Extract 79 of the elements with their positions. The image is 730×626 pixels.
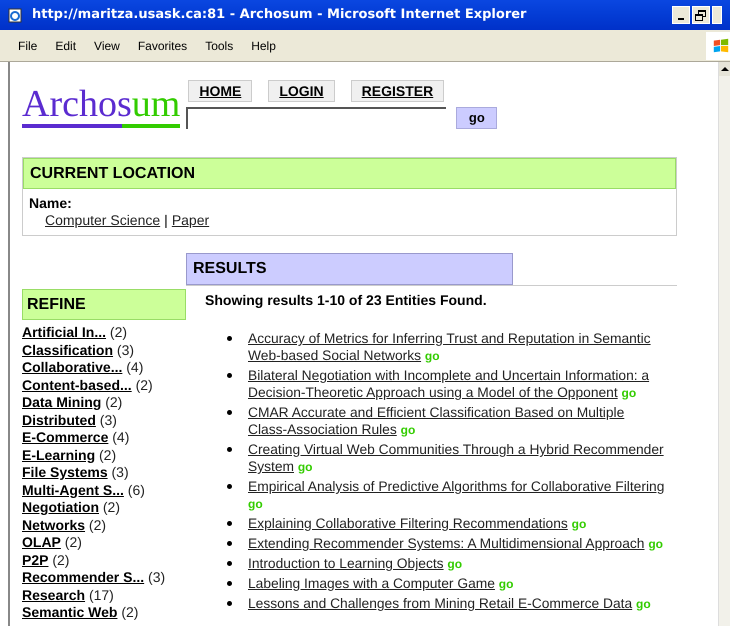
separator: | — [164, 212, 168, 228]
category-link[interactable]: OLAP — [22, 534, 61, 550]
nav-link[interactable]: HOME — [188, 80, 252, 102]
breadcrumb-link[interactable]: Paper — [172, 212, 210, 228]
category-link[interactable]: Artificial In... — [22, 324, 106, 340]
category-link[interactable]: Semantic Web — [22, 604, 118, 620]
section-header: CURRENT LOCATION — [23, 158, 676, 189]
results-summary: Showing results 1-10 of 23 Entities Found. — [204, 291, 488, 310]
windows-logo-icon — [706, 32, 730, 60]
menu-item[interactable]: Favorites — [138, 36, 188, 54]
category-link[interactable]: Networks — [22, 516, 86, 532]
category-link[interactable]: P2P — [22, 552, 48, 568]
category-link[interactable]: E-Commerce — [22, 429, 108, 445]
section-header: RESULTS — [186, 253, 513, 285]
scrollbar[interactable] — [718, 62, 730, 626]
category-count: (2) — [110, 324, 128, 340]
category-count: (17) — [88, 586, 114, 602]
logo: Archosum — [22, 84, 180, 124]
result-item[interactable]: Lessons and Challenges from Mining Retail E-Commerce Data go — [248, 595, 665, 613]
restore-button[interactable] — [692, 6, 710, 24]
category-count: (2) — [121, 604, 138, 620]
go-button[interactable]: go — [456, 107, 498, 129]
category-link[interactable]: Negotiation — [22, 499, 99, 515]
category-link[interactable]: Research — [22, 586, 86, 602]
category-count: (4) — [112, 429, 130, 445]
category-link[interactable]: Multi-Agent S... — [22, 482, 124, 498]
bullet-icon — [227, 373, 232, 378]
nav-link[interactable]: LOGIN — [268, 80, 335, 102]
minimize-button[interactable] — [672, 6, 690, 24]
result-item[interactable]: Explaining Collaborative Filtering Recommendations go — [248, 515, 665, 533]
browser-icon — [8, 7, 24, 23]
bullet-icon — [227, 561, 232, 566]
menu-item[interactable]: File — [18, 36, 38, 54]
bullet-icon — [227, 447, 232, 452]
bullet-icon — [227, 541, 232, 546]
result-item[interactable]: CMAR Accurate and Efficient Classification Based on Multiple Class-Association Rules go — [248, 404, 665, 439]
category-link[interactable]: Classification — [22, 342, 114, 358]
nav-link[interactable]: REGISTER — [350, 80, 444, 102]
category-count: (3) — [100, 412, 117, 428]
bullet-icon — [227, 484, 232, 489]
category-link[interactable]: File Systems — [22, 464, 108, 480]
location-label: Name: — [29, 195, 73, 212]
category-count: (2) — [52, 552, 70, 568]
category-link[interactable]: E-Learning — [22, 446, 96, 462]
menu-item[interactable]: Help — [251, 36, 276, 54]
category-count: (2) — [136, 376, 153, 392]
category-count: (3) — [116, 342, 134, 358]
window-title: http://maritza.usask.ca:81 - Archosum - Microsoft Internet Explorer — [32, 6, 526, 24]
category-count: (2) — [105, 394, 122, 410]
category-count: (4) — [126, 359, 144, 375]
category-link[interactable]: Collaborative... — [22, 359, 122, 375]
category-count: (2) — [88, 516, 106, 532]
bullet-icon — [227, 336, 232, 341]
category-link[interactable]: Data Mining — [22, 394, 102, 410]
category-link[interactable]: Distributed — [22, 412, 96, 428]
result-item[interactable]: Bilateral Negotiation with Incomplete and Uncertain Information: a Decision-Theoretic Approach using a Model of the Opponent go — [248, 367, 665, 402]
bullet-icon — [227, 601, 232, 606]
menu-item[interactable]: Tools — [205, 36, 234, 54]
category-link[interactable]: Recommender S... — [22, 569, 144, 585]
category-count: (3) — [148, 569, 166, 585]
category-link[interactable]: Content-based... — [22, 376, 132, 392]
result-item[interactable]: Accuracy of Metrics for Inferring Trust and Reputation in Semantic Web-based Social Networks go — [248, 330, 665, 365]
bullet-icon — [227, 410, 232, 415]
category-count: (2) — [99, 446, 116, 462]
scroll-up-icon[interactable] — [719, 62, 730, 76]
result-item[interactable]: Introduction to Learning Objects go — [248, 555, 665, 573]
breadcrumb-link[interactable]: Computer Science — [45, 212, 160, 228]
category-count: (3) — [112, 464, 129, 480]
result-item[interactable]: Labeling Images with a Computer Game go — [248, 575, 665, 593]
menu-item[interactable]: View — [94, 36, 120, 54]
menu-item[interactable]: Edit — [55, 36, 76, 54]
bullet-icon — [227, 521, 232, 526]
category-count: (6) — [128, 482, 145, 498]
result-item[interactable]: Extending Recommender Systems: A Multidimensional Approach go — [248, 535, 665, 553]
bullet-icon — [227, 581, 232, 586]
category-count: (2) — [64, 534, 82, 550]
result-item[interactable]: Creating Virtual Web Communities Through a Hybrid Recommender System go — [248, 441, 665, 476]
category-count: (2) — [102, 499, 120, 515]
section-header: REFINE — [22, 289, 186, 320]
